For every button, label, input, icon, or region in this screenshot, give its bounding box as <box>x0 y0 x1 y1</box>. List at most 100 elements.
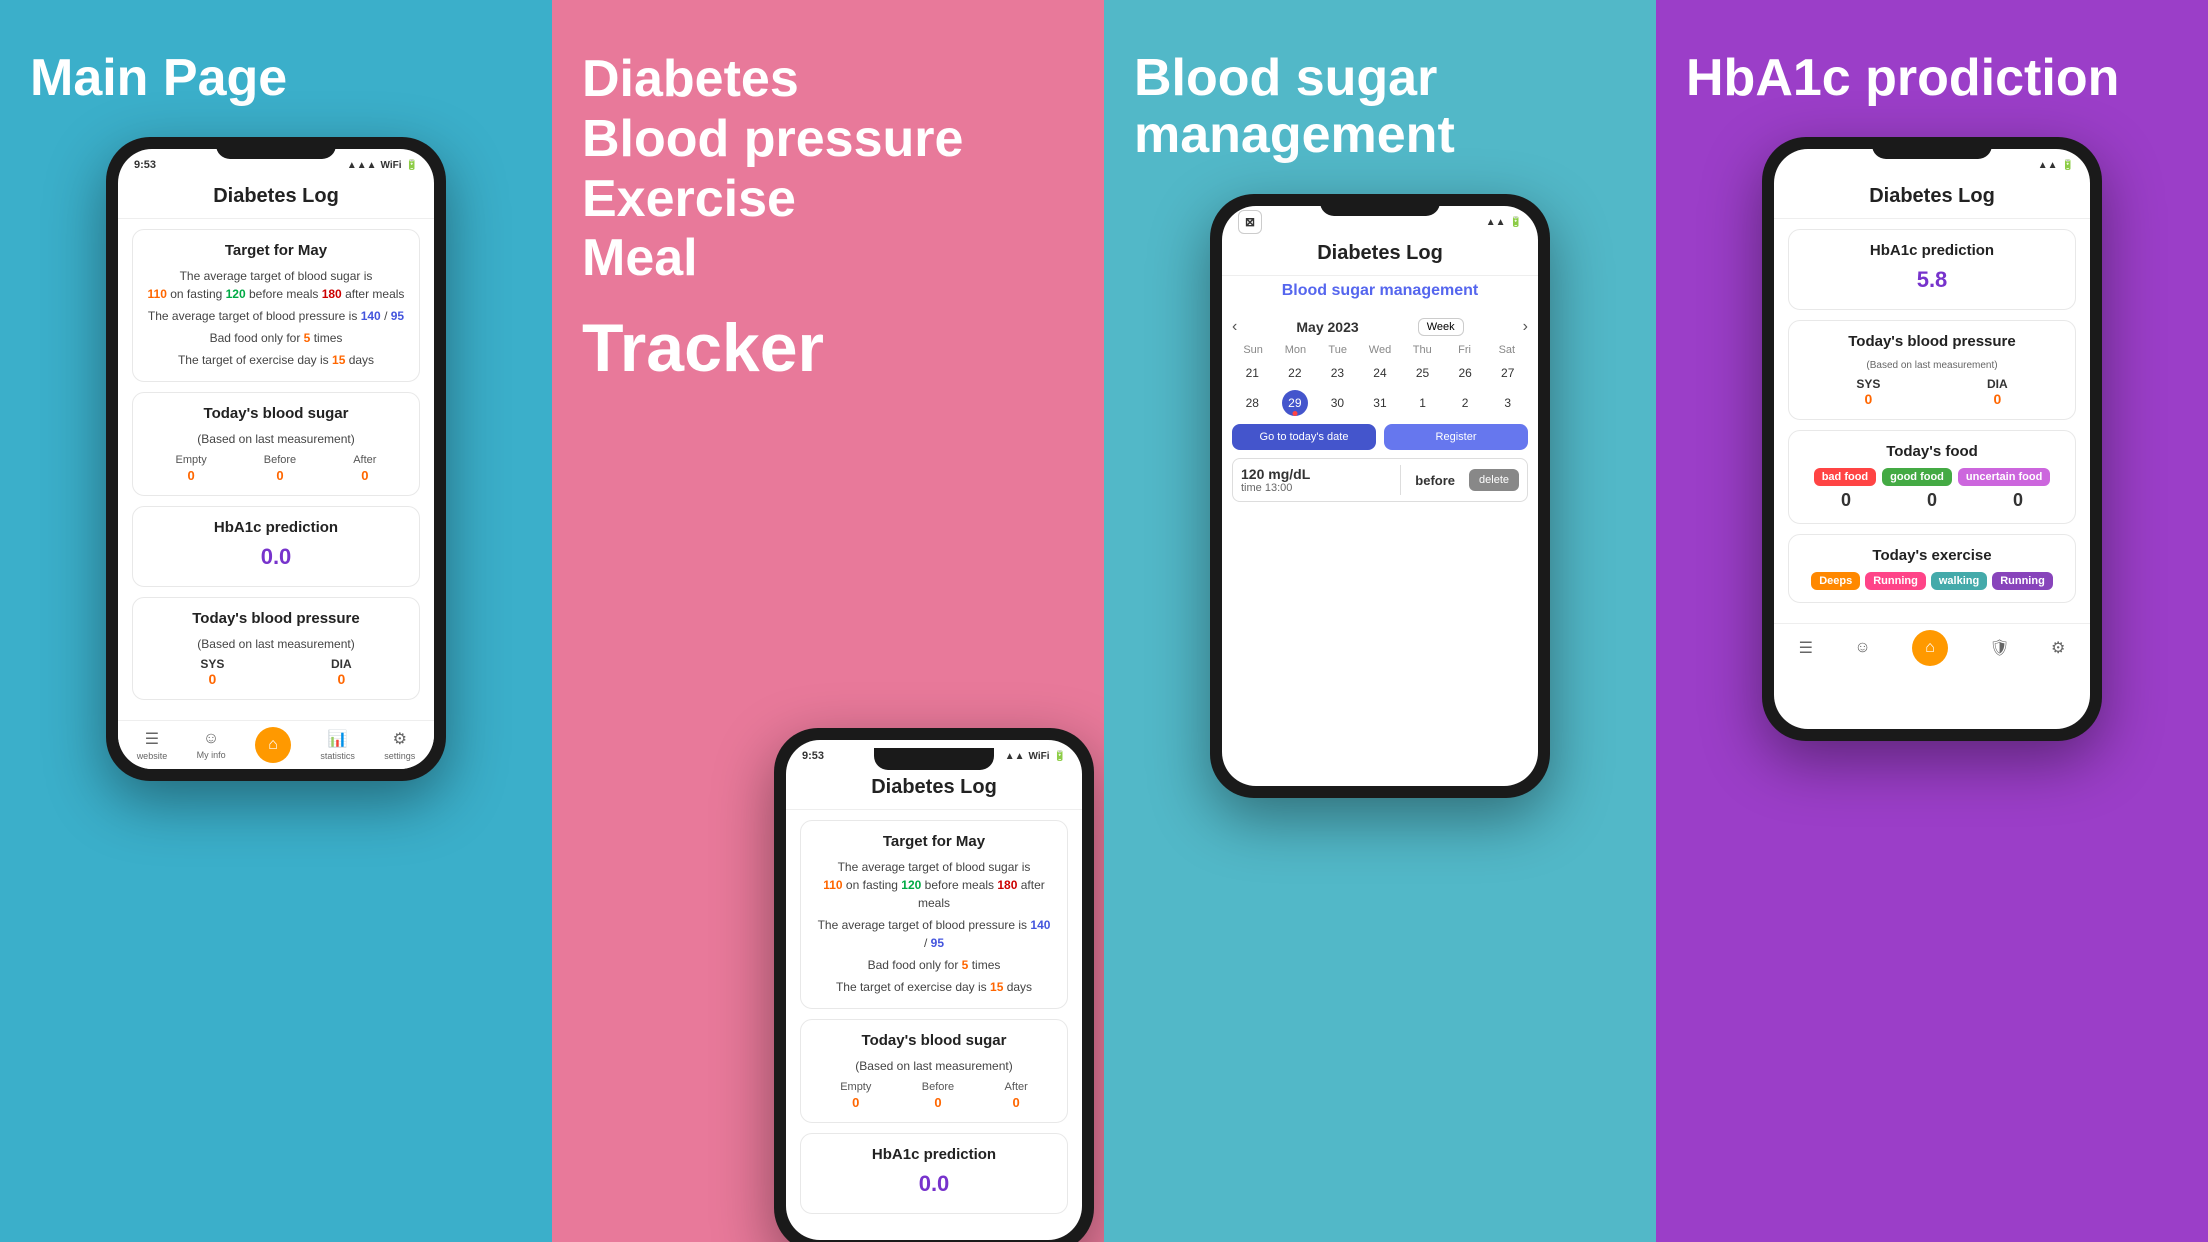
goto-today-btn-3[interactable]: Go to today's date <box>1232 424 1376 450</box>
cal-25[interactable]: 25 <box>1410 360 1436 386</box>
nav-settings-4[interactable]: ⚙ <box>2051 638 2065 658</box>
target-card-2: Target for May The average target of blo… <box>800 820 1068 1009</box>
food-card-4: Today's food bad food good food uncertai… <box>1788 430 2076 524</box>
exercise-tags-4: Deeps Running walking Running <box>1803 572 2061 590</box>
day-sun: Sun <box>1232 344 1274 356</box>
phone-frame-1: 9:53 ▲▲▲ WiFi 🔋 Diabetes Log Target for … <box>106 137 446 781</box>
bp-sys-value-4: 0 <box>1864 391 1872 407</box>
signal-icon-2: ▲▲ <box>1005 751 1025 762</box>
nav-website-1[interactable]: ☰ website <box>137 729 168 761</box>
cal-next-3[interactable]: › <box>1523 318 1528 336</box>
cal-30[interactable]: 30 <box>1324 390 1350 416</box>
day-sat: Sat <box>1486 344 1528 356</box>
after-val-2: 180 <box>997 878 1017 892</box>
register-btn-3[interactable]: Register <box>1384 424 1528 450</box>
bs-stats-1: Empty 0 Before 0 After 0 <box>147 454 405 483</box>
bp-sys-item-1: SYS 0 <box>200 657 224 687</box>
hba1c-title-2: HbA1c prediction <box>815 1146 1053 1163</box>
app-header-3: Diabetes Log <box>1222 234 1538 276</box>
bad-food-text-1: Bad food only for 5 times <box>147 329 405 347</box>
nav-statistics-1[interactable]: 📊 statistics <box>320 729 355 761</box>
bs-before-2: Before 0 <box>922 1081 954 1110</box>
hba1c-val-4: 5.8 <box>1803 267 2061 293</box>
bp-sys-value-1: 0 <box>208 671 216 687</box>
cal-26[interactable]: 26 <box>1452 360 1478 386</box>
day-thu: Thu <box>1401 344 1443 356</box>
bp-card-1: Today's blood pressure (Based on last me… <box>132 597 420 700</box>
bad-food-count-1: 5 <box>304 331 311 345</box>
bsi-value-3: 120 mg/dL <box>1241 466 1394 482</box>
hba1c-title-4: HbA1c prediction <box>1803 242 2061 259</box>
target-card-1: Target for May The average target of blo… <box>132 229 420 382</box>
bp-dia-value-4: 0 <box>1993 391 2001 407</box>
cal-row2-3: 28 29 30 31 1 2 3 <box>1232 390 1528 416</box>
nav-gear-4[interactable]: 🛡 <box>1989 638 2009 658</box>
nav-settings-label-1: settings <box>384 751 415 761</box>
target-text-1: The average target of blood sugar is 110… <box>147 267 405 303</box>
delete-btn-3[interactable]: delete <box>1469 469 1519 491</box>
bs-after-val-2: 0 <box>1013 1095 1020 1110</box>
cal-27[interactable]: 27 <box>1495 360 1521 386</box>
cal-21[interactable]: 21 <box>1239 360 1265 386</box>
cal-month-3: May 2023 <box>1296 319 1358 335</box>
nav-emoji-4[interactable]: ☺ <box>1854 639 1870 657</box>
food-counts-4: 0 0 0 <box>1803 490 2061 511</box>
nav-website-label-1: website <box>137 751 168 761</box>
nav-home-1[interactable]: ⌂ <box>255 727 291 763</box>
cal-31[interactable]: 31 <box>1367 390 1393 416</box>
signal-icon-3: ▲▲ <box>1486 217 1506 228</box>
nav-home-4[interactable]: ⌂ <box>1912 630 1948 666</box>
cal-prev-3[interactable]: ‹ <box>1232 318 1237 336</box>
panel2-title-4: Meal <box>582 229 963 289</box>
uncertain-food-tag-4: uncertain food <box>1958 468 2050 486</box>
panel-hba1c: HbA1c prodiction ▲▲ 🔋 Diabetes Log HbA1c… <box>1656 0 2208 1242</box>
day-mon: Mon <box>1274 344 1316 356</box>
settings-icon-4: ⚙ <box>2051 638 2065 658</box>
nav-settings-1[interactable]: ⚙ settings <box>384 729 415 761</box>
status-time-1: 9:53 <box>134 159 156 171</box>
app-content-4: HbA1c prediction 5.8 Today's blood press… <box>1774 219 2090 623</box>
cal-2[interactable]: 2 <box>1452 390 1478 416</box>
panel3-title: Blood sugar management <box>1134 50 1626 164</box>
phone-notch-1 <box>216 137 336 159</box>
bs-before-val-1: 0 <box>276 468 283 483</box>
statistics-icon: 📊 <box>328 729 348 749</box>
bs-after-val-1: 0 <box>361 468 368 483</box>
back-button-3[interactable]: ⊠ <box>1238 210 1262 234</box>
cal-days-header-3: Sun Mon Tue Wed Thu Fri Sat <box>1232 344 1528 356</box>
app-content-1: Target for May The average target of blo… <box>118 219 434 720</box>
cal-3[interactable]: 3 <box>1495 390 1521 416</box>
hba1c-card-4: HbA1c prediction 5.8 <box>1788 229 2076 310</box>
day-wed: Wed <box>1359 344 1401 356</box>
panel1-title: Main Page <box>30 50 287 107</box>
nav-myinfo-1[interactable]: ☺ My info <box>197 730 226 760</box>
hba1c-card-2: HbA1c prediction 0.0 <box>800 1133 1068 1214</box>
cal-23[interactable]: 23 <box>1324 360 1350 386</box>
panel2-tracker: Tracker <box>582 309 963 387</box>
phone-frame-2: 9:53 ▲▲ WiFi 🔋 Diabetes Log Target for M… <box>774 728 1094 1242</box>
cal-28[interactable]: 28 <box>1239 390 1265 416</box>
wifi-icon: WiFi <box>381 160 402 171</box>
cal-header-3: ‹ May 2023 Week › <box>1232 318 1528 336</box>
exercise-title-4: Today's exercise <box>1803 547 2061 564</box>
cal-24[interactable]: 24 <box>1367 360 1393 386</box>
exercise-days-1: 15 <box>332 353 345 367</box>
home-button-4[interactable]: ⌂ <box>1912 630 1948 666</box>
cal-week-btn-3[interactable]: Week <box>1418 318 1464 336</box>
nav-website-4[interactable]: ☰ <box>1799 638 1813 658</box>
bs-empty-label-2: Empty <box>840 1081 871 1093</box>
cal-22[interactable]: 22 <box>1282 360 1308 386</box>
status-left-3: ⊠ <box>1238 210 1262 234</box>
bs-empty-2: Empty 0 <box>840 1081 871 1110</box>
hba1c-card-1: HbA1c prediction 0.0 <box>132 506 420 587</box>
home-button-1[interactable]: ⌂ <box>255 727 291 763</box>
cal-29-today[interactable]: 29 <box>1282 390 1308 416</box>
bp-dia-label-1: DIA <box>331 657 352 671</box>
battery-icon: 🔋 <box>406 160 418 171</box>
phone-screen-2: 9:53 ▲▲ WiFi 🔋 Diabetes Log Target for M… <box>786 740 1082 1240</box>
battery-icon-4: 🔋 <box>2062 160 2074 171</box>
bs-stats-2: Empty 0 Before 0 After 0 <box>815 1081 1053 1110</box>
phone-notch-3 <box>1320 194 1440 216</box>
bp-text-2: The average target of blood pressure is … <box>815 916 1053 952</box>
cal-1[interactable]: 1 <box>1410 390 1436 416</box>
